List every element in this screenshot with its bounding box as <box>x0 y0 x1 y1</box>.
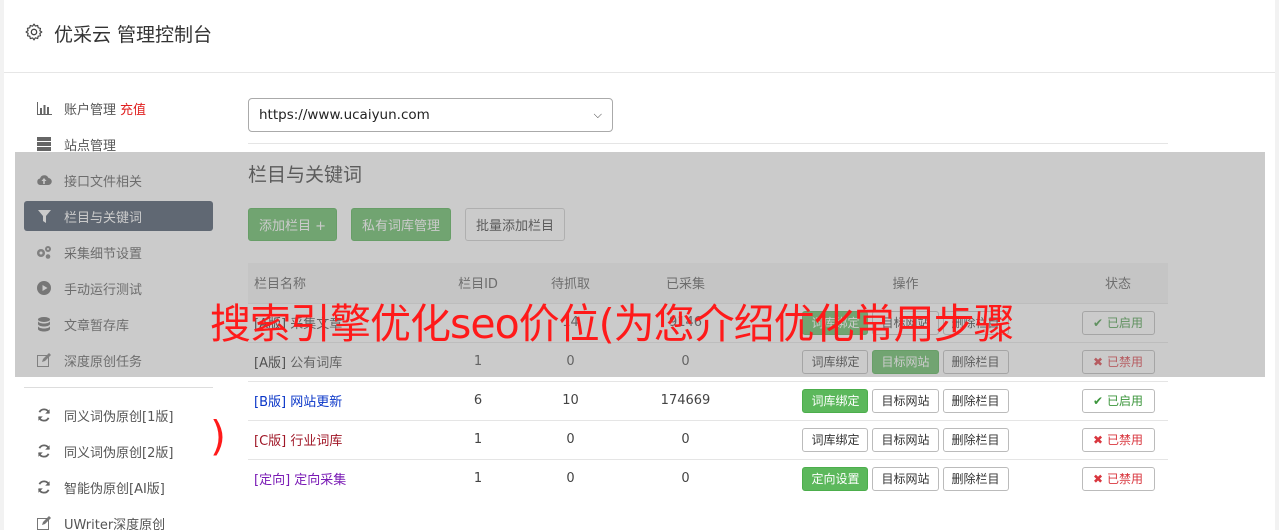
column-name[interactable]: 定向采集 <box>294 473 346 488</box>
divider <box>248 143 1168 144</box>
column-name-cell: [定向] 定向采集 <box>248 458 443 498</box>
site-select[interactable]: https://www.ucaiyun.com ⌵ <box>248 98 613 132</box>
refresh-icon <box>36 479 52 495</box>
table-row: [C版] 行业词库 1 0 0 词库绑定 目标网站 删除栏目 ✖ 已禁用 <box>248 419 1168 459</box>
directional-settings-button[interactable]: 定向设置 <box>802 466 869 491</box>
status-toggle[interactable]: ✔ 已启用 <box>1081 388 1155 413</box>
pending-count[interactable]: 10 <box>513 380 628 420</box>
sidebar-item-ai-rewrite[interactable]: 智能伪原创[AI版] <box>24 472 213 502</box>
delete-column-button[interactable]: 删除栏目 <box>942 427 1009 452</box>
sidebar-item-synonym-v2[interactable]: 同义词伪原创[2版] <box>24 436 213 466</box>
column-name-cell: [C版] 行业词库 <box>248 419 443 459</box>
column-id: 6 <box>443 380 513 420</box>
overlay-headline: 搜索引擎优化seo价位(为您介绍优化常用步骤 <box>210 300 1015 348</box>
sidebar-item-label: 站点管理 <box>64 138 117 154</box>
sidebar-item-label: 账户管理 <box>64 102 117 118</box>
column-tag[interactable]: [B版] <box>254 395 286 410</box>
status-cell: ✔ 已启用 <box>1068 380 1168 420</box>
status-label: 已启用 <box>1106 394 1143 408</box>
status-toggle[interactable]: ✖ 已禁用 <box>1081 427 1155 452</box>
bar-chart-icon <box>36 100 52 116</box>
target-site-button[interactable]: 目标网站 <box>872 388 939 413</box>
column-id: 1 <box>443 458 513 498</box>
bind-lib-button[interactable]: 词库绑定 <box>802 427 869 452</box>
sidebar-item-account[interactable]: 账户管理 充值 <box>24 93 213 123</box>
pending-count[interactable]: 0 <box>513 458 628 498</box>
sidebar-item-synonym-v1[interactable]: 同义词伪原创[1版] <box>24 400 213 430</box>
refresh-icon <box>36 407 52 423</box>
column-name-cell: [B版] 网站更新 <box>248 380 443 420</box>
status-label: 已禁用 <box>1106 472 1143 487</box>
delete-column-button[interactable]: 删除栏目 <box>942 388 1009 413</box>
column-tag[interactable]: [定向] <box>254 473 290 488</box>
overlay-headline-tail: ) <box>210 412 226 460</box>
ops-cell: 词库绑定 目标网站 删除栏目 <box>743 380 1068 420</box>
refresh-icon <box>36 443 52 459</box>
recharge-link[interactable]: 充值 <box>120 99 146 118</box>
server-icon <box>36 136 52 152</box>
sidebar-item-label: 同义词伪原创[1版] <box>64 409 174 425</box>
delete-column-button[interactable]: 删除栏目 <box>942 466 1009 491</box>
collected-count: 174669 <box>628 380 743 420</box>
site-select-value: https://www.ucaiyun.com <box>259 107 430 123</box>
check-icon: ✔ <box>1093 393 1104 408</box>
target-site-button[interactable]: 目标网站 <box>872 427 939 452</box>
status-cell: ✖ 已禁用 <box>1068 419 1168 459</box>
sidebar-divider <box>24 387 213 388</box>
bind-lib-button[interactable]: 词库绑定 <box>802 388 869 413</box>
gear-icon <box>25 23 43 41</box>
page-title: 优采云 管理控制台 <box>54 24 213 46</box>
pending-count[interactable]: 0 <box>513 419 628 459</box>
sidebar-item-label: 同义词伪原创[2版] <box>64 445 174 461</box>
top-header: 优采云 管理控制台 <box>4 0 1275 73</box>
main-content: https://www.ucaiyun.com ⌵ 栏目与关键词 添加栏目 + … <box>248 98 1168 498</box>
target-site-button[interactable]: 目标网站 <box>872 466 939 491</box>
sidebar-item-label: 智能伪原创[AI版] <box>64 481 165 497</box>
column-name[interactable]: 网站更新 <box>290 395 342 410</box>
ops-cell: 定向设置 目标网站 删除栏目 <box>743 458 1068 498</box>
x-icon: ✖ <box>1093 471 1104 486</box>
table-row: [定向] 定向采集 1 0 0 定向设置 目标网站 删除栏目 ✖ 已禁用 <box>248 458 1168 498</box>
column-name[interactable]: 行业词库 <box>290 434 342 449</box>
sidebar-item-uwriter[interactable]: UWriter深度原创 <box>24 508 213 530</box>
column-id: 1 <box>443 419 513 459</box>
column-tag[interactable]: [C版] <box>254 434 286 449</box>
chevron-down-icon: ⌵ <box>593 108 602 121</box>
collected-count: 0 <box>628 419 743 459</box>
edit-icon <box>36 515 52 530</box>
ops-cell: 词库绑定 目标网站 删除栏目 <box>743 419 1068 459</box>
x-icon: ✖ <box>1093 432 1104 447</box>
table-row: [B版] 网站更新 6 10 174669 词库绑定 目标网站 删除栏目 ✔ 已… <box>248 380 1168 420</box>
sidebar-item-label: UWriter深度原创 <box>64 517 166 530</box>
status-label: 已禁用 <box>1106 433 1143 447</box>
status-cell: ✖ 已禁用 <box>1068 458 1168 498</box>
status-toggle[interactable]: ✖ 已禁用 <box>1081 466 1155 491</box>
collected-count: 0 <box>628 458 743 498</box>
